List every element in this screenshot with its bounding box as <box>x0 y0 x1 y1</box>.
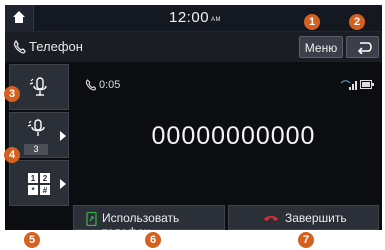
menu-button[interactable]: Меню <box>299 36 343 58</box>
clock: 12:00 AM <box>169 9 221 26</box>
callout-marker-1: 1 <box>304 14 320 30</box>
svg-text:2: 2 <box>43 174 48 183</box>
callout-marker-2: 2 <box>349 14 365 30</box>
microphone-volume-level: 3 <box>24 144 48 155</box>
callout-marker-6: 6 <box>145 232 161 248</box>
keypad-button[interactable]: 1 2 * # <box>9 160 69 206</box>
phone-number: 00000000000 <box>151 122 316 150</box>
use-phone-label: Использовать телефон <box>102 211 180 230</box>
keypad-icon: 1 2 * # <box>28 173 50 195</box>
use-phone-button[interactable]: Использовать телефон <box>73 205 225 230</box>
callout-marker-5: 5 <box>24 232 40 248</box>
microphone-volume-icon <box>27 119 45 136</box>
call-active-icon <box>85 79 97 91</box>
callout-marker-3: 3 <box>4 86 20 102</box>
callout-marker-7: 7 <box>298 232 314 248</box>
home-icon <box>13 11 25 23</box>
svg-text:1: 1 <box>31 174 36 183</box>
phone-screen: 12:00 AM Телефон Меню 3 1 2 * # 0:05 000… <box>5 5 382 230</box>
microphone-off-icon <box>29 77 47 96</box>
battery-icon <box>360 80 374 89</box>
home-button[interactable] <box>5 5 34 31</box>
back-arrow-icon <box>357 42 372 54</box>
back-button[interactable] <box>346 36 379 58</box>
status-bar: 12:00 AM <box>5 5 382 32</box>
end-call-icon <box>264 216 278 221</box>
page-title: Телефон <box>29 39 83 54</box>
end-call-button[interactable]: Завершить <box>228 205 379 230</box>
svg-text:#: # <box>43 186 48 195</box>
end-call-label: Завершить <box>285 211 347 225</box>
clock-time: 12:00 <box>169 9 210 26</box>
phone-handset-icon <box>13 40 26 54</box>
clock-ampm: AM <box>211 17 222 23</box>
use-phone-icon <box>86 212 97 226</box>
title-bar: Телефон Меню <box>5 32 382 62</box>
signal-strength-icon <box>341 80 357 90</box>
callout-marker-4: 4 <box>4 147 20 163</box>
microphone-mute-button[interactable] <box>9 64 69 110</box>
expand-arrow-icon <box>60 131 66 141</box>
call-duration: 0:05 <box>99 79 121 91</box>
expand-arrow-icon <box>60 179 66 189</box>
